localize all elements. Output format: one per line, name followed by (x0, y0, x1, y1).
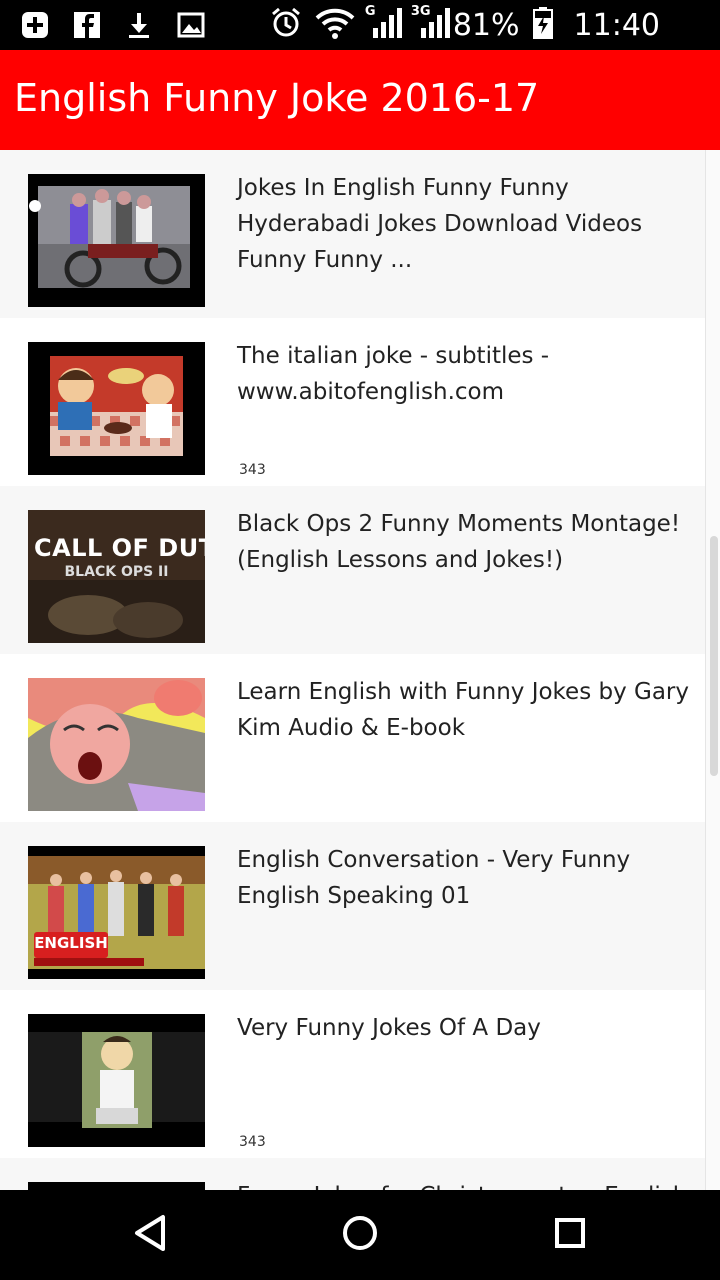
list-item[interactable]: Funny Jokes for Christmas - to - English (0, 1158, 706, 1190)
recents-button[interactable] (540, 1210, 600, 1260)
scrollbar[interactable] (705, 150, 720, 1190)
navigation-bar (0, 1190, 720, 1280)
video-thumbnail[interactable]: ENGLISH (28, 846, 205, 979)
signal-3g-icon: 3G (411, 4, 451, 44)
clock: 11:40 (573, 7, 660, 43)
video-list: Jokes In English Funny Funny Hyderabadi … (0, 150, 706, 1190)
add-box-icon (18, 8, 52, 42)
signal-3g-label: 3G (410, 4, 431, 19)
video-thumbnail[interactable] (28, 1182, 205, 1190)
video-thumbnail[interactable] (28, 1014, 205, 1147)
video-title[interactable]: Funny Jokes for Christmas - to - English (237, 1178, 702, 1190)
video-title[interactable]: The italian joke - subtitles - www.abito… (237, 338, 702, 410)
video-thumbnail[interactable]: CALL OF DUTY BLACK OPS II (28, 510, 205, 643)
image-icon (174, 8, 208, 42)
scrollbar-thumb[interactable] (710, 536, 718, 776)
list-item[interactable]: Learn English with Funny Jokes by Gary K… (0, 654, 706, 822)
thumbnail-caption: ENGLISH (34, 934, 108, 952)
app-bar: English Funny Joke 2016-17 (0, 50, 720, 150)
list-item[interactable]: ENGLISH English Conversation - Very Funn… (0, 822, 706, 990)
back-icon (133, 1214, 167, 1256)
list-item[interactable]: CALL OF DUTY BLACK OPS II Black Ops 2 Fu… (0, 486, 706, 654)
back-button[interactable] (120, 1210, 180, 1260)
video-title[interactable]: Jokes In English Funny Funny Hyderabadi … (237, 170, 702, 278)
video-title[interactable]: Black Ops 2 Funny Moments Montage! (Engl… (237, 506, 702, 578)
status-bar: G 3G 81% 11:40 (0, 0, 720, 50)
app-title: English Funny Joke 2016-17 (14, 76, 540, 120)
video-thumbnail[interactable] (28, 342, 205, 475)
home-button[interactable] (330, 1210, 390, 1260)
video-title[interactable]: English Conversation - Very Funny Englis… (237, 842, 702, 914)
signal-g-label: G (364, 4, 376, 19)
facebook-icon (70, 8, 104, 42)
video-title[interactable]: Very Funny Jokes Of A Day (237, 1010, 702, 1046)
alarm-icon (269, 6, 303, 44)
list-item[interactable]: The italian joke - subtitles - www.abito… (0, 318, 706, 486)
list-item[interactable]: Very Funny Jokes Of A Day 343 (0, 990, 706, 1158)
video-thumbnail[interactable] (28, 678, 205, 811)
download-icon (122, 8, 156, 42)
list-item[interactable]: Jokes In English Funny Funny Hyderabadi … (0, 150, 706, 318)
view-count: 343 (239, 462, 266, 478)
video-title[interactable]: Learn English with Funny Jokes by Gary K… (237, 674, 702, 746)
battery-percent: 81% (452, 7, 520, 43)
signal-icon: G (364, 4, 403, 44)
video-thumbnail[interactable] (28, 174, 205, 307)
wifi-icon (315, 6, 355, 44)
thumbnail-caption: CALL OF DUTY (34, 534, 205, 562)
battery-charging-icon (532, 6, 554, 44)
thumbnail-subcaption: BLACK OPS II (64, 564, 169, 580)
video-list-container[interactable]: Jokes In English Funny Funny Hyderabadi … (0, 150, 720, 1190)
view-count: 343 (239, 1134, 266, 1150)
recents-icon (553, 1216, 587, 1254)
home-icon (341, 1214, 379, 1256)
